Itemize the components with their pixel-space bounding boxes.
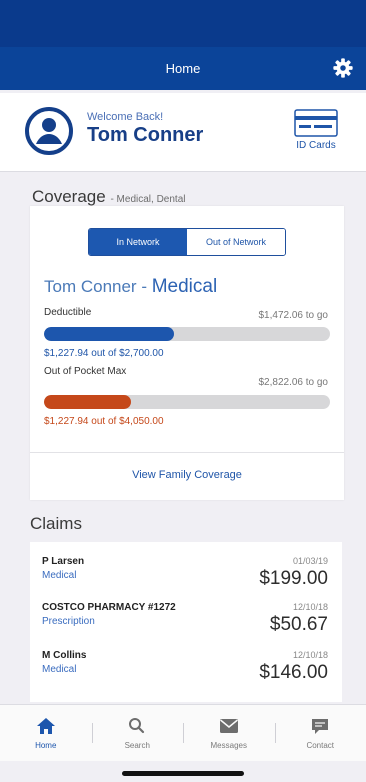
welcome-panel: Welcome Back! Tom Conner ID Cards <box>0 93 366 172</box>
id-cards-button[interactable]: ID Cards <box>286 109 346 157</box>
claim-type: Medical <box>42 664 77 675</box>
coverage-title: Coverage <box>32 187 106 206</box>
claim-amount: $199.00 <box>259 568 328 589</box>
claim-type: Prescription <box>42 616 95 627</box>
out-of-network-option[interactable]: Out of Network <box>187 229 285 255</box>
avatar <box>25 107 73 155</box>
network-toggle[interactable]: In Network Out of Network <box>88 228 286 256</box>
deductible-progress-text: $1,227.94 out of $2,700.00 <box>44 348 164 359</box>
id-card-icon <box>294 109 338 137</box>
claim-provider: P Larsen <box>42 556 85 567</box>
claim-amount: $146.00 <box>259 662 328 683</box>
plan-member: Tom Conner <box>44 277 137 296</box>
deductible-remaining: $1,472.06 to go <box>258 310 328 321</box>
divider <box>30 452 344 453</box>
chat-icon <box>312 718 329 734</box>
claim-provider: M Collins <box>42 650 87 661</box>
deductible-label: Deductible <box>44 307 92 318</box>
coverage-subtitle: - Medical, Dental <box>110 194 186 205</box>
plan-separator: - <box>136 277 152 296</box>
plan-type: Medical <box>151 276 218 297</box>
claim-provider: COSTCO PHARMACY #1272 <box>42 602 176 613</box>
id-cards-label: ID Cards <box>296 140 336 151</box>
settings-button[interactable] <box>332 57 354 79</box>
tab-label: Messages <box>210 740 247 750</box>
out-of-pocket-progress-bar <box>44 395 330 409</box>
gear-icon <box>333 58 353 78</box>
coverage-card: In Network Out of Network Tom Conner - M… <box>30 206 344 500</box>
tab-messages[interactable]: Messages <box>183 705 275 761</box>
claim-date: 12/10/18 <box>292 650 328 660</box>
out-of-pocket-progress-text: $1,227.94 out of $4,050.00 <box>44 416 164 427</box>
claim-date: 01/03/19 <box>292 556 328 566</box>
tab-label: Home <box>35 740 57 750</box>
plan-title: Tom Conner - Medical <box>44 276 217 298</box>
user-icon <box>25 107 73 155</box>
claim-amount: $50.67 <box>269 614 328 635</box>
navigation-bar: Home <box>0 47 366 90</box>
home-icon <box>36 717 55 734</box>
claim-item[interactable]: M Collins Medical 12/10/18 $146.00 <box>30 646 342 690</box>
claim-item[interactable]: COSTCO PHARMACY #1272 Prescription 12/10… <box>30 598 342 642</box>
home-indicator <box>122 771 244 776</box>
search-icon <box>129 717 145 733</box>
tab-home[interactable]: Home <box>0 705 92 761</box>
coverage-heading: Coverage - Medical, Dental <box>32 187 185 207</box>
page-title: Home <box>165 61 201 76</box>
envelope-icon <box>219 718 238 733</box>
claim-item[interactable]: P Larsen Medical 01/03/19 $199.00 <box>30 552 342 596</box>
in-network-option[interactable]: In Network <box>89 229 187 255</box>
tab-label: Search <box>124 740 150 750</box>
out-of-pocket-remaining: $2,822.06 to go <box>258 377 328 388</box>
user-name: Tom Conner <box>87 124 204 146</box>
claims-list: P Larsen Medical 01/03/19 $199.00 COSTCO… <box>30 542 342 702</box>
view-family-coverage-link[interactable]: View Family Coverage <box>30 469 344 481</box>
claim-date: 12/10/18 <box>292 602 328 612</box>
out-of-pocket-progress-fill <box>44 395 131 409</box>
out-of-pocket-label: Out of Pocket Max <box>44 366 127 377</box>
deductible-progress-fill <box>44 327 175 341</box>
tab-bar: Home Search Messages Contact <box>0 704 366 761</box>
status-bar <box>0 0 366 47</box>
tab-search[interactable]: Search <box>91 705 184 761</box>
welcome-greeting: Welcome Back! <box>87 111 164 123</box>
claims-heading: Claims <box>30 514 82 533</box>
deductible-progress-bar <box>44 327 330 341</box>
tab-label: Contact <box>306 740 335 750</box>
claim-type: Medical <box>42 570 77 581</box>
tab-contact[interactable]: Contact <box>274 705 366 761</box>
